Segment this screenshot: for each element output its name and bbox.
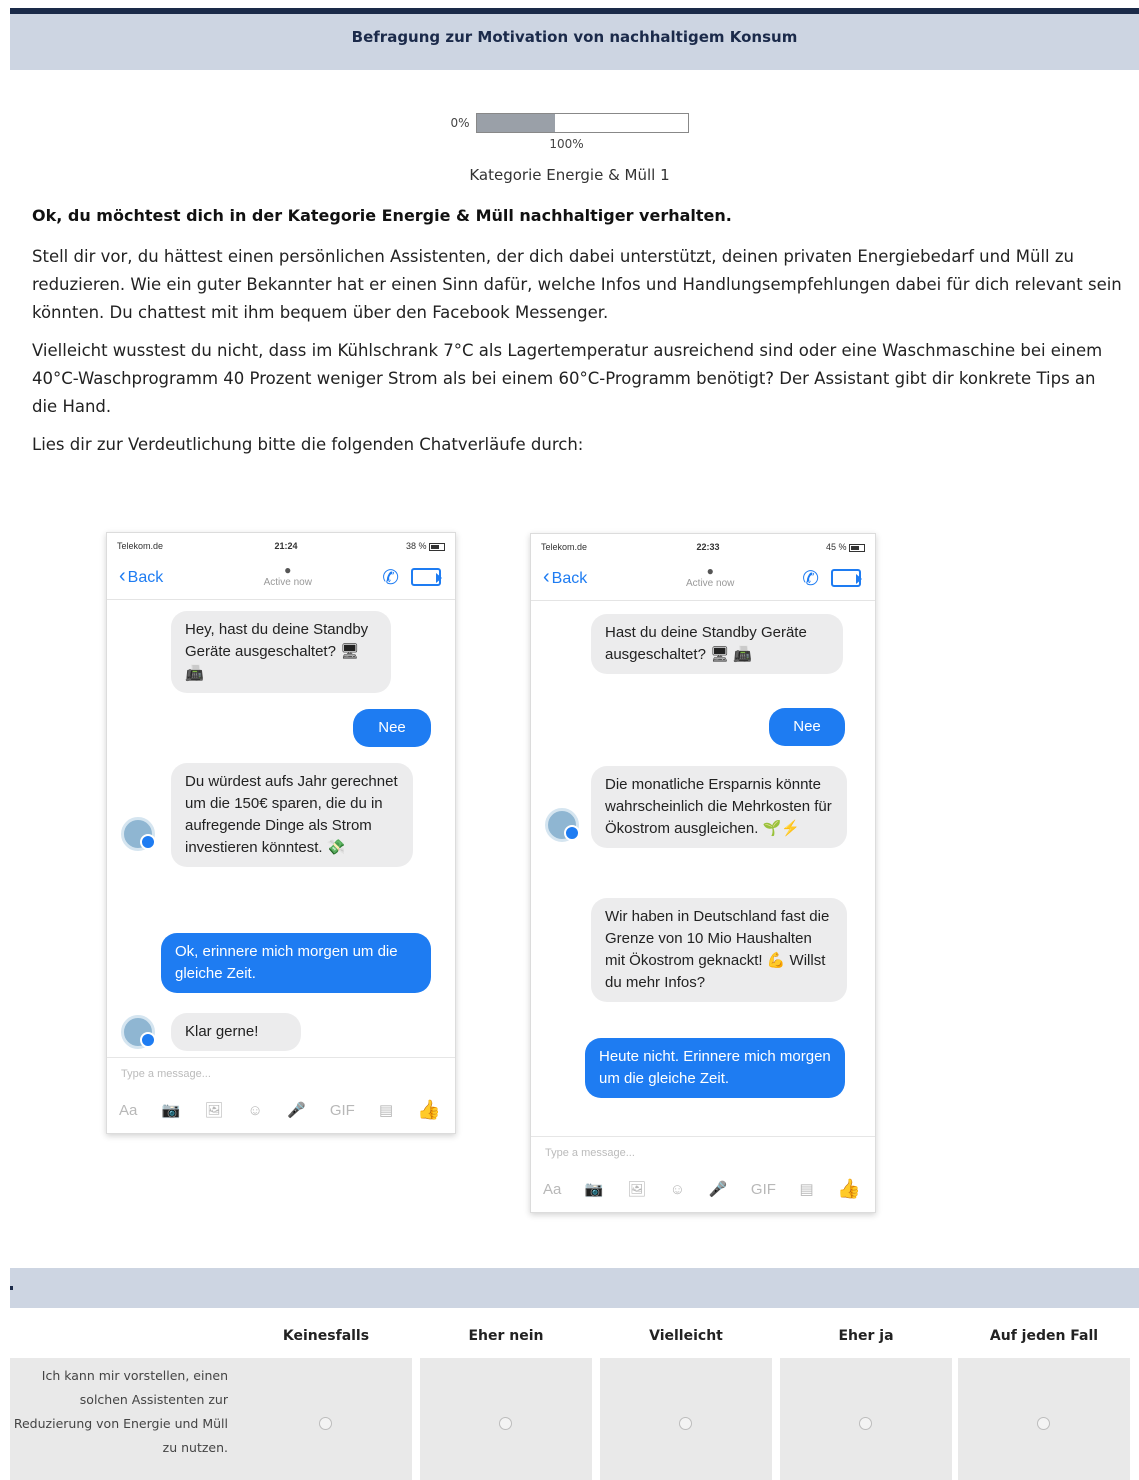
progress-section: 0% 100%: [0, 112, 1139, 151]
time-label: 21:24: [274, 541, 298, 551]
message-composer: Type a message... Aa 📷 🖼 ☺ 🎤 GIF ▤ 👍: [531, 1136, 875, 1212]
carrier-label: Telekom.de: [117, 541, 164, 551]
carrier-label: Telekom.de: [541, 542, 588, 552]
radio-eher-ja[interactable]: [859, 1417, 872, 1430]
message-composer: Type a message... Aa 📷 🖼 ☺ 🎤 GIF ▤ 👍: [107, 1057, 455, 1133]
gif-icon[interactable]: GIF: [751, 1181, 776, 1198]
answer-cell-eher-ja[interactable]: [780, 1358, 952, 1480]
bot-avatar: [121, 1015, 156, 1049]
answer-cell-keinesfalls[interactable]: [240, 1358, 412, 1480]
column-header: Eher nein: [468, 1328, 544, 1344]
survey-title: Befragung zur Motivation von nachhaltige…: [351, 28, 798, 46]
answer-cell-eher-nein[interactable]: [420, 1358, 592, 1480]
bot-avatar: [545, 808, 580, 842]
message-input[interactable]: Type a message...: [121, 1068, 211, 1080]
message-incoming: Hast du deine Standby Geräte ausgeschalt…: [591, 614, 843, 674]
chevron-left-icon: ‹: [119, 565, 126, 587]
radio-auf-jeden-fall[interactable]: [1037, 1417, 1050, 1430]
intro-heading: Ok, du möchtest dich in der Kategorie En…: [32, 206, 732, 225]
intro-paragraph-2: Vielleicht wusstest du nicht, dass im Kü…: [32, 341, 1103, 416]
composer-toolbar: Aa 📷 🖼 ☺ 🎤 GIF ▤ 👍: [543, 1178, 861, 1200]
like-icon[interactable]: 👍: [837, 1177, 861, 1201]
progress-bar-fill: [476, 114, 555, 132]
active-status: ● Active now: [248, 563, 328, 588]
bot-icon: ●: [706, 564, 714, 578]
chat-nav: ‹ Back ● Active now ✆: [539, 560, 867, 594]
battery-icon: [429, 542, 445, 551]
message-outgoing: Ok, erinnere mich morgen um die gleiche …: [161, 933, 431, 993]
message-incoming: Klar gerne!: [171, 1013, 301, 1051]
intro-paragraph-3: Lies dir zur Verdeutlichung bitte die fo…: [32, 435, 584, 454]
question-marker: [10, 1286, 13, 1290]
battery-icon: [849, 543, 865, 552]
microphone-icon[interactable]: 🎤: [287, 1101, 306, 1119]
time-label: 22:33: [696, 542, 720, 552]
back-button[interactable]: ‹ Back: [119, 565, 163, 588]
chevron-left-icon: ‹: [543, 566, 550, 588]
image-icon[interactable]: 🖼: [204, 1101, 223, 1119]
message-incoming: Du würdest aufs Jahr gerechnet um die 15…: [171, 763, 413, 867]
microphone-icon[interactable]: 🎤: [709, 1180, 728, 1198]
chat-screenshot-1: Telekom.de 21:24 38 % ‹ Back ● Active now …: [106, 532, 456, 1134]
text-format-icon[interactable]: Aa: [543, 1181, 561, 1198]
message-outgoing: Nee: [353, 709, 431, 747]
column-header: Auf jeden Fall: [989, 1328, 1099, 1344]
message-input[interactable]: Type a message...: [545, 1147, 635, 1159]
nav-divider: [531, 600, 875, 601]
radio-keinesfalls[interactable]: [319, 1417, 332, 1430]
composer-toolbar: Aa 📷 🖼 ☺ 🎤 GIF ▤ 👍: [119, 1099, 441, 1121]
emoji-icon[interactable]: ☺: [670, 1181, 685, 1198]
battery-label: 45 %: [826, 542, 865, 552]
answer-cell-auf-jeden-fall[interactable]: [958, 1358, 1130, 1480]
active-status: ● Active now: [670, 564, 750, 589]
more-icon[interactable]: ▤: [379, 1101, 393, 1119]
gif-icon[interactable]: GIF: [330, 1102, 355, 1119]
message-incoming: Die monatliche Ersparnis könnte wahrsche…: [591, 766, 847, 848]
radio-eher-nein[interactable]: [499, 1417, 512, 1430]
message-outgoing: Nee: [769, 708, 845, 746]
column-header: Vielleicht: [649, 1328, 723, 1344]
status-bar: Telekom.de 22:33 45 %: [541, 542, 865, 556]
nav-divider: [107, 599, 455, 600]
category-label: Kategorie Energie & Müll 1: [469, 166, 670, 184]
answer-cell-vielleicht[interactable]: [600, 1358, 772, 1480]
more-icon[interactable]: ▤: [799, 1180, 813, 1198]
battery-label: 38 %: [406, 541, 445, 551]
status-bar: Telekom.de 21:24 38 %: [117, 541, 445, 555]
question-bar: [10, 1268, 1139, 1308]
back-button[interactable]: ‹ Back: [543, 566, 587, 589]
bot-icon: ●: [284, 563, 292, 577]
radio-vielleicht[interactable]: [679, 1417, 692, 1430]
camera-icon[interactable]: 📷: [162, 1101, 181, 1119]
phone-icon[interactable]: ✆: [802, 566, 819, 591]
text-format-icon[interactable]: Aa: [119, 1102, 137, 1119]
bot-avatar: [121, 817, 156, 851]
message-incoming: Wir haben in Deutschland fast die Grenze…: [591, 898, 847, 1002]
message-outgoing: Heute nicht. Erinnere mich morgen um die…: [585, 1038, 845, 1098]
progress-min-label: 0%: [450, 116, 470, 130]
progress-max-label: 100%: [549, 137, 584, 151]
intro-text: Ok, du möchtest dich in der Kategorie En…: [32, 206, 1122, 469]
emoji-icon[interactable]: ☺: [248, 1102, 263, 1119]
video-call-icon[interactable]: [831, 569, 862, 587]
video-call-icon[interactable]: [411, 568, 442, 586]
intro-paragraph-1: Stell dir vor, du hättest einen persönli…: [32, 247, 1122, 322]
message-incoming: Hey, hast du deine Standby Geräte ausges…: [171, 611, 391, 693]
image-icon[interactable]: 🖼: [627, 1180, 646, 1198]
phone-icon[interactable]: ✆: [382, 565, 399, 590]
chat-screenshot-2: Telekom.de 22:33 45 % ‹ Back ● Active now …: [530, 533, 876, 1213]
question-row-label: Ich kann mir vorstellen, einen solchen A…: [10, 1358, 240, 1480]
chat-nav: ‹ Back ● Active now ✆: [115, 559, 447, 593]
camera-icon[interactable]: 📷: [585, 1180, 604, 1198]
column-header: Keinesfalls: [282, 1328, 370, 1344]
column-header: Eher ja: [838, 1328, 894, 1344]
like-icon[interactable]: 👍: [417, 1098, 441, 1122]
progress-bar: [475, 113, 689, 133]
survey-header: Befragung zur Motivation von nachhaltige…: [10, 14, 1139, 70]
